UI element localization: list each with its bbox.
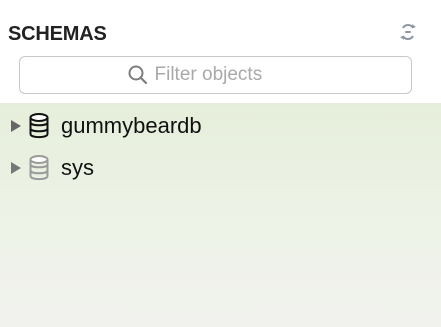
schema-name: sys [61,155,94,180]
panel-header: SCHEMAS [0,0,441,56]
search-icon [127,64,149,86]
schema-name: gummybeardb [61,113,202,138]
refresh-button[interactable] [396,21,420,43]
schema-item-gummybeardb[interactable]: gummybeardb [0,106,441,146]
schema-item-sys[interactable]: sys [0,148,441,188]
schemas-panel: SCHEMAS Filter objects gummybeardb sys [0,0,441,327]
refresh-icon [400,24,416,40]
schema-tree: gummybeardb sys [0,103,441,327]
expand-arrow-icon[interactable] [8,160,24,176]
database-icon [28,113,50,139]
expand-arrow-icon[interactable] [8,118,24,134]
panel-title: SCHEMAS [8,23,107,45]
filter-search-box[interactable] [19,56,412,94]
filter-objects-input[interactable] [154,64,305,86]
database-icon [28,155,50,181]
